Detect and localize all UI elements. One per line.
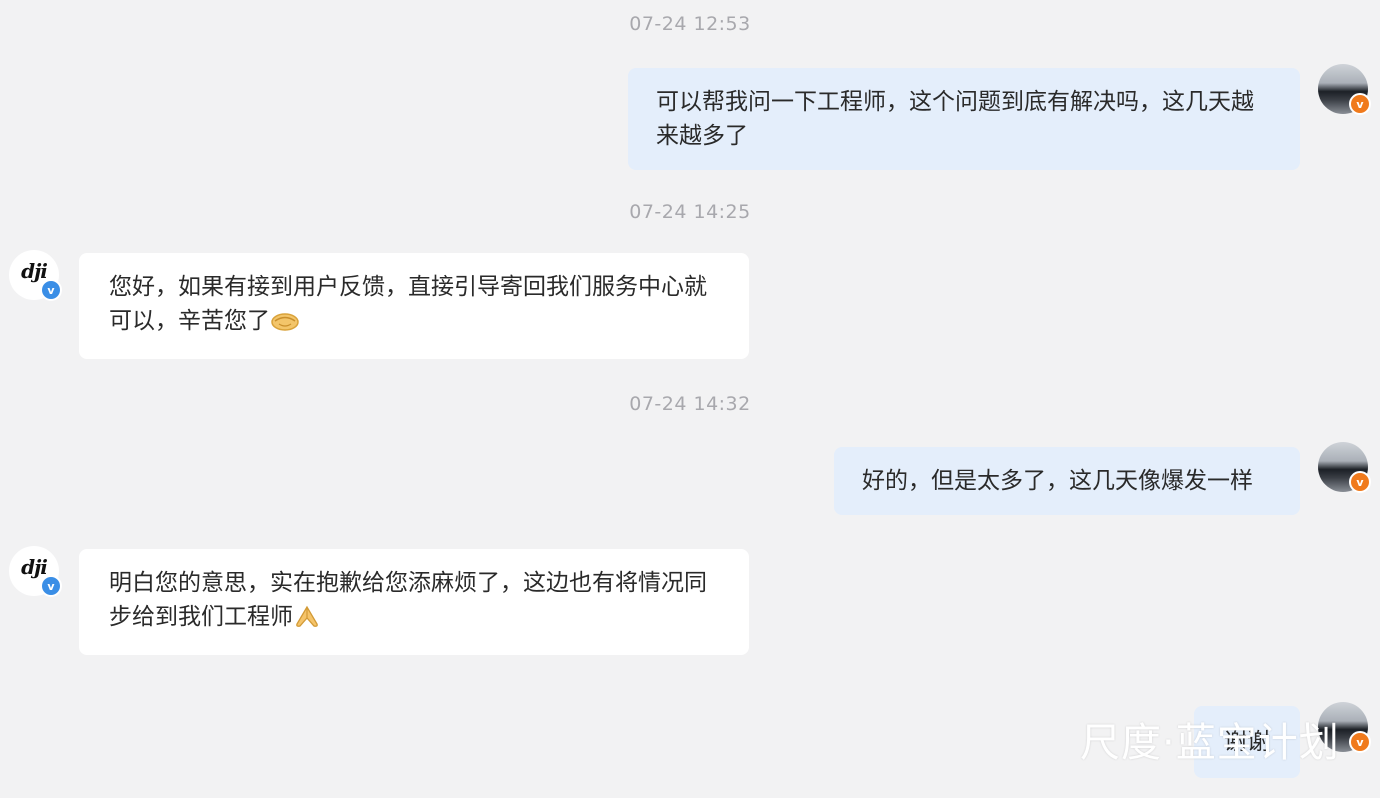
message-bubble-received[interactable]: 您好，如果有接到用户反馈，直接引导寄回我们服务中心就可以，辛苦您了 [79,253,749,359]
timestamp: 07-24 14:32 [629,393,751,415]
message-text: 您好，如果有接到用户反馈，直接引导寄回我们服务中心就可以，辛苦您了 [109,274,707,334]
dji-avatar[interactable]: dji v [9,250,62,301]
dji-logo-icon: dji [21,259,48,283]
verified-badge-icon: v [1349,471,1371,493]
user-avatar[interactable]: v [1318,64,1371,115]
dji-logo-icon: dji [21,555,48,579]
verified-badge-icon: v [1349,93,1371,115]
verified-badge-icon: v [1349,731,1371,753]
verified-badge-icon: v [40,279,62,301]
message-text: 明白您的意思，实在抱歉给您添麻烦了，这边也有将情况同步给到我们工程师 [109,570,707,630]
timestamp: 07-24 14:25 [629,201,751,223]
verified-badge-icon: v [40,575,62,597]
watermark: 尺度·蓝宝计划 [1080,720,1340,766]
handshake-emoji-icon [270,308,300,342]
message-text: 可以帮我问一下工程师，这个问题到底有解决吗，这几天越来越多了 [656,89,1254,149]
message-bubble-received[interactable]: 明白您的意思，实在抱歉给您添麻烦了，这边也有将情况同步给到我们工程师 [79,549,749,655]
timestamp: 07-24 12:53 [629,13,751,35]
message-text: 好的，但是太多了，这几天像爆发一样 [862,468,1253,494]
praying-hands-emoji-icon [293,604,321,638]
user-avatar[interactable]: v [1318,442,1371,493]
dji-avatar[interactable]: dji v [9,546,62,597]
message-bubble-sent[interactable]: 可以帮我问一下工程师，这个问题到底有解决吗，这几天越来越多了 [628,68,1300,170]
message-bubble-sent[interactable]: 好的，但是太多了，这几天像爆发一样 [834,447,1300,515]
